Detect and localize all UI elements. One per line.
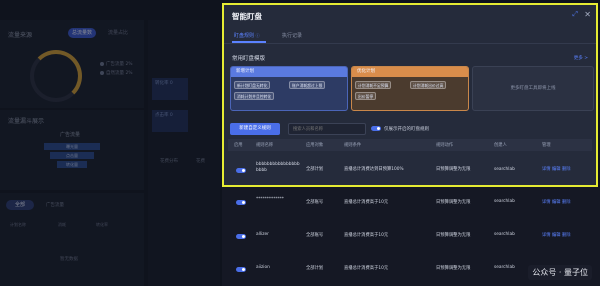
left-bottom-tab-ad[interactable]: 广告流量 (46, 202, 64, 208)
funnel-title: 流量漏斗展示 (8, 118, 45, 125)
new-custom-rule-button[interactable]: 新建自定义规则 (230, 123, 280, 135)
side-header-1: 花费分布 (160, 159, 178, 164)
col-enabled: 启用 (234, 143, 243, 148)
template-card-head: 优化计划 (352, 67, 468, 77)
legend-dot-icon (100, 70, 104, 75)
template-chip[interactable]: 计划消耗出价过高 (410, 81, 447, 89)
left-bottom-tab-all[interactable]: 全部 (6, 200, 34, 210)
row-creator: searchlab (494, 232, 515, 237)
template-chip[interactable]: 新计划盯盘无转化 (234, 81, 271, 89)
row-action: 日预算调整为无限 (436, 200, 471, 205)
template-card-new-plan[interactable]: 新增计划 新计划盯盘无转化 账户消耗超过上限 消耗计划并且控转化 (230, 66, 348, 111)
row-creator: searchlab (494, 199, 515, 204)
row-manage-links[interactable]: 详情 编辑 删除 (542, 167, 571, 173)
overview-tab-ratio[interactable]: 流量占比 (104, 28, 132, 38)
ring-legend: 广告流量 2% 自然流量 2% (100, 60, 133, 78)
kpi-box-conversion: 转化率 0 (152, 78, 188, 100)
modal-title: 智能盯盘 (232, 12, 262, 21)
row-manage-links[interactable]: 详情 编辑 删除 (542, 232, 571, 238)
rules-table-header (228, 139, 592, 151)
help-icon[interactable]: ⓘ (256, 33, 260, 38)
close-icon[interactable]: ✕ (584, 10, 591, 19)
traffic-donut-chart (30, 50, 82, 102)
more-templates-link[interactable]: 更多 > (574, 55, 588, 61)
tab-execution-log[interactable]: 执行记录 (282, 32, 302, 39)
row-condition: 直播总计消费高于10元 (344, 233, 389, 238)
row-rule-name: bbbbbbbbbbbbbbbbbbbb (256, 162, 300, 173)
row-action: 日预算调整为无限 (436, 266, 471, 271)
row-enabled-toggle[interactable] (236, 267, 246, 272)
tab-divider (224, 43, 596, 44)
funnel-subtitle: 广告流量 (60, 132, 81, 138)
row-target: 全部账号 (306, 200, 324, 205)
maximize-icon[interactable]: ⤢ (572, 10, 578, 19)
rule-search-input-wrapper (288, 123, 366, 135)
row-condition: 直播总计消费高于10元 (344, 266, 389, 271)
row-condition: 直播总计消费达到日预算100% (344, 167, 404, 172)
row-action: 日预算调整为无限 (436, 167, 471, 172)
row-creator: searchlab (494, 265, 515, 270)
col-creator: 创建人 (494, 143, 507, 148)
template-card-coming-soon: 更多盯盘工具即将上线 (472, 66, 594, 111)
row-target: 全部账号 (306, 233, 324, 238)
overview-tab-total[interactable]: 总流量数 (68, 28, 96, 38)
rule-search-input[interactable] (289, 124, 365, 134)
row-rule-name: ************* (256, 197, 284, 202)
overview-title: 流量来源 (8, 32, 33, 39)
coming-soon-text: 更多盯盘工具即将上线 (510, 86, 556, 91)
row-enabled-toggle[interactable] (236, 200, 246, 205)
row-enabled-toggle[interactable] (236, 168, 246, 173)
row-rule-name: aiizion (256, 265, 270, 270)
middle-panel (148, 20, 220, 286)
template-card-head: 新增计划 (231, 67, 347, 77)
row-enabled-toggle[interactable] (236, 234, 246, 239)
tab-monitor-rules[interactable]: 盯盘规则 ⓘ (234, 32, 260, 39)
row-action: 日预算调整为无限 (436, 233, 471, 238)
row-condition: 直播总计消费高于10元 (344, 200, 389, 205)
funnel-layer-2: 点击量 (50, 152, 94, 159)
template-chip[interactable]: 消耗计划并且控转化 (234, 92, 275, 100)
col-condition: 规则条件 (344, 143, 362, 148)
template-chip[interactable]: 账户消耗超过上限 (289, 81, 326, 89)
row-manage-links[interactable]: 详情 编辑 删除 (542, 199, 571, 205)
template-chip[interactable]: 计划消耗不足预算 (355, 81, 392, 89)
left-bottom-col-2: 消耗 (58, 222, 66, 227)
only-enabled-toggle[interactable] (371, 126, 381, 131)
row-creator: searchlab (494, 167, 515, 172)
row-rule-name: allizer (256, 232, 269, 237)
col-rule-name: 规则名称 (256, 143, 274, 148)
templates-section-title: 常用盯盘模版 (232, 56, 266, 62)
col-target: 应用对象 (306, 143, 324, 148)
col-action: 规则动作 (436, 143, 454, 148)
smart-monitor-modal: 智能盯盘 ⤢ ✕ 盯盘规则 ⓘ 执行记录 常用盯盘模版 更多 > 新增计划 新计… (222, 3, 598, 187)
funnel-layer-3: 转化量 (57, 161, 87, 168)
watermark: 公众号 · 量子位 (528, 265, 592, 280)
ring-legend-item: 自然流量 2% (100, 69, 133, 78)
side-header-2: 花费 (196, 159, 205, 164)
only-enabled-label: 仅展示开启的盯盘规则 (384, 127, 429, 132)
ring-legend-item: 广告流量 2% (100, 60, 133, 69)
template-card-optimize-plan[interactable]: 优化计划 计划消耗不足预算 计划消耗出价过高 出价暂停 (351, 66, 469, 111)
row-target: 全部计划 (306, 266, 324, 271)
template-chip[interactable]: 出价暂停 (355, 92, 377, 100)
left-bottom-col-3: 转化率 (96, 222, 108, 227)
left-footer-text: 暂无数据 (60, 257, 78, 262)
funnel-layer-1: 曝光量 (44, 143, 100, 150)
kpi-box-ctr: 点击率 0 (152, 110, 188, 132)
col-manage: 管理 (542, 143, 551, 148)
left-bottom-col-1: 计划名称 (10, 222, 26, 227)
legend-dot-icon (100, 61, 104, 66)
row-target: 全部计划 (306, 167, 324, 172)
